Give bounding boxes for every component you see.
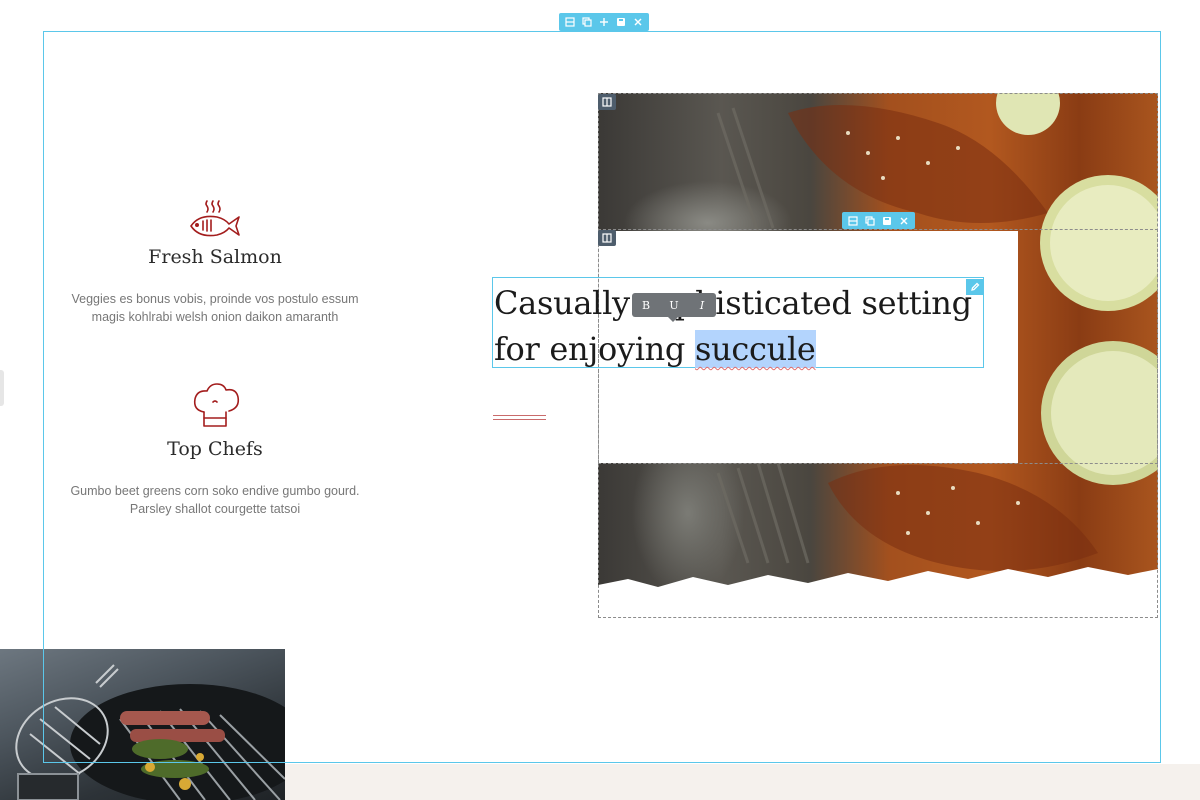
duplicate-icon[interactable] <box>579 14 595 30</box>
edit-pencil-icon[interactable] <box>966 279 983 295</box>
column-layout-icon <box>602 97 612 107</box>
row-toolbar <box>842 212 915 229</box>
section-toolbar <box>559 13 649 31</box>
feature-fresh-salmon: Fresh Salmon Veggies es bonus vobis, pro… <box>45 198 385 326</box>
bold-button[interactable]: B <box>634 299 658 312</box>
decorative-divider <box>493 415 546 420</box>
close-icon[interactable] <box>630 14 646 30</box>
feature-title: Top Chefs <box>167 438 263 460</box>
column-handle[interactable] <box>598 94 616 110</box>
save-icon[interactable] <box>879 213 895 229</box>
column-handle[interactable] <box>598 230 616 246</box>
layout-icon[interactable] <box>562 14 578 30</box>
feature-description: Veggies es bonus vobis, proinde vos post… <box>71 292 359 324</box>
chef-hat-icon <box>45 382 385 430</box>
layout-icon[interactable] <box>845 213 861 229</box>
text-format-toolbar: B U I <box>632 293 716 322</box>
heading-text[interactable]: Casually sophisticated setting for enjoy… <box>494 280 982 372</box>
column-layout-icon <box>602 233 612 243</box>
grill-photo <box>0 649 285 800</box>
duplicate-icon[interactable] <box>862 213 878 229</box>
fish-icon <box>45 198 385 238</box>
feature-title: Fresh Salmon <box>148 246 282 268</box>
close-icon[interactable] <box>896 213 912 229</box>
feature-description: Gumbo beet greens corn soko endive gumbo… <box>70 484 360 516</box>
selected-text[interactable]: succule <box>695 330 816 368</box>
save-icon[interactable] <box>613 14 629 30</box>
add-icon[interactable] <box>596 14 612 30</box>
side-panel-tab[interactable] <box>0 370 4 406</box>
feature-top-chefs: Top Chefs Gumbo beet greens corn soko en… <box>45 382 385 518</box>
underline-button[interactable]: U <box>662 299 686 312</box>
torn-edge <box>598 567 1158 618</box>
italic-button[interactable]: I <box>690 299 714 312</box>
